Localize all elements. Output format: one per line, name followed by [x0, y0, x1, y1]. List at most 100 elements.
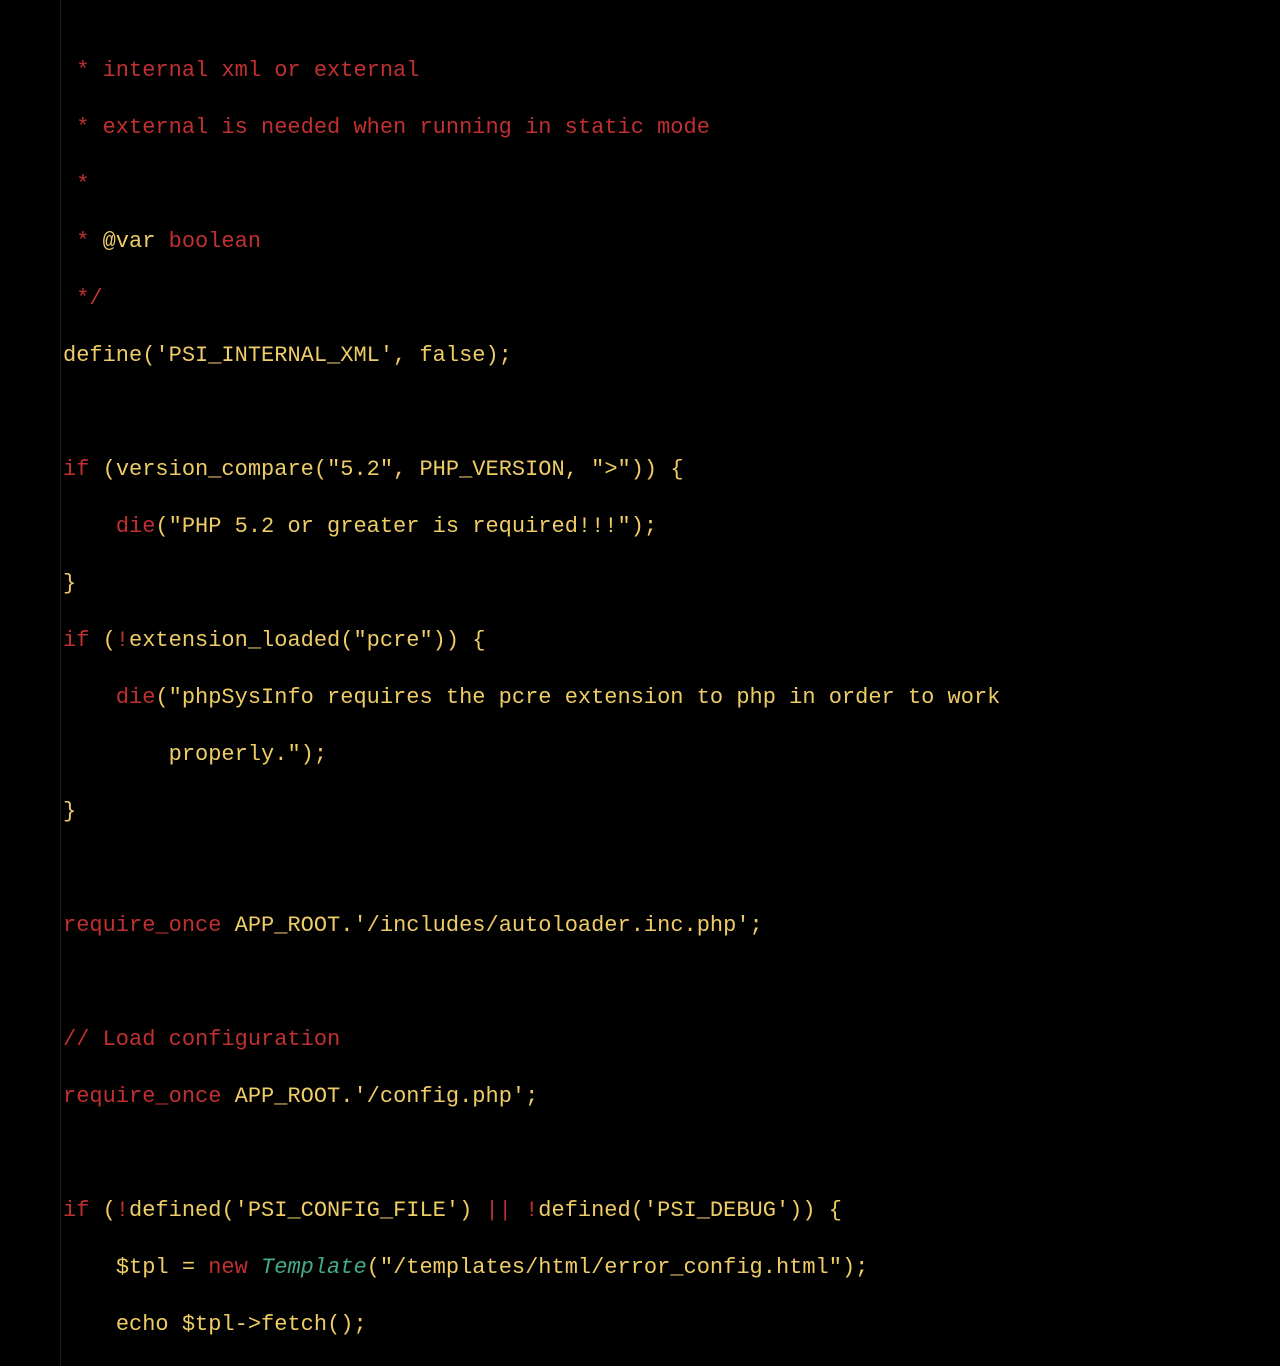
- blank-line: [63, 1140, 1280, 1169]
- paren: (: [314, 457, 327, 482]
- paren: (: [155, 514, 168, 539]
- string-literal: 'PSI_DEBUG': [644, 1198, 789, 1223]
- indent: [63, 685, 116, 710]
- code-line: define('PSI_INTERNAL_XML', false);: [63, 342, 1280, 371]
- keyword-require: require_once: [63, 913, 221, 938]
- code-line: require_once APP_ROOT.'/includes/autoloa…: [63, 912, 1280, 941]
- space: [512, 1198, 525, 1223]
- code-line: *: [63, 171, 1280, 200]
- string-literal: "PHP 5.2 or greater is required!!!": [169, 514, 631, 539]
- paren: );: [631, 514, 657, 539]
- keyword-die: die: [116, 514, 156, 539]
- semicolon: ;: [750, 913, 763, 938]
- operator-not: !: [116, 1198, 129, 1223]
- constant: APP_ROOT: [235, 1084, 341, 1109]
- paren: (: [221, 1198, 234, 1223]
- paren: (: [367, 1255, 380, 1280]
- paren: );: [301, 742, 327, 767]
- docblock-line: *: [63, 172, 89, 197]
- code-line: * internal xml or external: [63, 57, 1280, 86]
- paren: (: [155, 685, 168, 710]
- code-line: echo $tpl->fetch();: [63, 1311, 1280, 1340]
- string-literal: ">": [591, 457, 631, 482]
- string-literal: 'PSI_INTERNAL_XML': [155, 343, 393, 368]
- string-literal: "/templates/html/error_config.html": [380, 1255, 842, 1280]
- string-literal: properly.": [169, 742, 301, 767]
- string-literal: "pcre": [353, 628, 432, 653]
- constant: APP_ROOT: [235, 913, 341, 938]
- operator-or: ||: [485, 1198, 511, 1223]
- code-line: }: [63, 570, 1280, 599]
- code-line: die("phpSysInfo requires the pcre extens…: [63, 684, 1280, 713]
- code-line: require_once APP_ROOT.'/config.php';: [63, 1083, 1280, 1112]
- code-line: * external is needed when running in sta…: [63, 114, 1280, 143]
- paren: ): [459, 1198, 485, 1223]
- keyword-die: die: [116, 685, 156, 710]
- keyword-if: if: [63, 1198, 89, 1223]
- line-comment: // Load configuration: [63, 1027, 340, 1052]
- comma: ,: [393, 343, 419, 368]
- function-call: defined: [538, 1198, 630, 1223]
- paren-brace: )) {: [789, 1198, 842, 1223]
- comma: ,: [565, 457, 591, 482]
- paren: );: [842, 1255, 868, 1280]
- string-literal: '/includes/autoloader.inc.php': [353, 913, 749, 938]
- code-line: * @var boolean: [63, 228, 1280, 257]
- function-call: version_compare: [116, 457, 314, 482]
- indent: [63, 514, 116, 539]
- space: [248, 1255, 261, 1280]
- indent: [63, 1255, 116, 1280]
- concat-op: .: [340, 913, 353, 938]
- docblock-line: * external is needed when running in sta…: [63, 115, 710, 140]
- paren-brace: )) {: [631, 457, 684, 482]
- paren: (: [89, 628, 115, 653]
- keyword-new: new: [208, 1255, 248, 1280]
- code-line: if (version_compare("5.2", PHP_VERSION, …: [63, 456, 1280, 485]
- paren: );: [485, 343, 511, 368]
- brace: }: [63, 571, 76, 596]
- code-line: // Load configuration: [63, 1026, 1280, 1055]
- indent: [63, 742, 169, 767]
- blank-line: [63, 969, 1280, 998]
- string-literal: "phpSysInfo requires the pcre extension …: [169, 685, 1001, 710]
- string-literal: '/config.php': [353, 1084, 525, 1109]
- operator-not: !: [116, 628, 129, 653]
- concat-op: .: [340, 1084, 353, 1109]
- constant: PHP_VERSION: [419, 457, 564, 482]
- docblock-line: * internal xml or external: [63, 58, 419, 83]
- keyword-if: if: [63, 457, 89, 482]
- code-line: if (!extension_loaded("pcre")) {: [63, 627, 1280, 656]
- variable: $tpl: [116, 1255, 169, 1280]
- code-line: $tpl = new Template("/templates/html/err…: [63, 1254, 1280, 1283]
- code-line: }: [63, 798, 1280, 827]
- docblock-close: */: [63, 286, 103, 311]
- string-literal: 'PSI_CONFIG_FILE': [235, 1198, 459, 1223]
- string-literal: "5.2": [327, 457, 393, 482]
- function-call: define: [63, 343, 142, 368]
- boolean-literal: false: [419, 343, 485, 368]
- indent: [63, 1312, 116, 1337]
- function-call: defined: [129, 1198, 221, 1223]
- paren: (: [631, 1198, 644, 1223]
- code-line: die("PHP 5.2 or greater is required!!!")…: [63, 513, 1280, 542]
- keyword-if: if: [63, 628, 89, 653]
- indent-guide: [60, 0, 61, 1366]
- paren: (: [142, 343, 155, 368]
- paren: (: [89, 1198, 115, 1223]
- code-line: properly.");: [63, 741, 1280, 770]
- class-name: Template: [261, 1255, 367, 1280]
- docblock-tag: @var: [103, 229, 156, 254]
- code-line: */: [63, 285, 1280, 314]
- space: [221, 1084, 234, 1109]
- code-editor[interactable]: * internal xml or external * external is…: [0, 0, 1280, 1366]
- keyword-require: require_once: [63, 1084, 221, 1109]
- docblock-type: boolean: [155, 229, 261, 254]
- semicolon: ;: [525, 1084, 538, 1109]
- variable: $tpl: [182, 1312, 235, 1337]
- docblock-star: *: [63, 229, 103, 254]
- keyword-echo: echo: [116, 1312, 182, 1337]
- space: [221, 913, 234, 938]
- brace: }: [63, 799, 76, 824]
- paren: (: [89, 457, 115, 482]
- paren: (: [340, 628, 353, 653]
